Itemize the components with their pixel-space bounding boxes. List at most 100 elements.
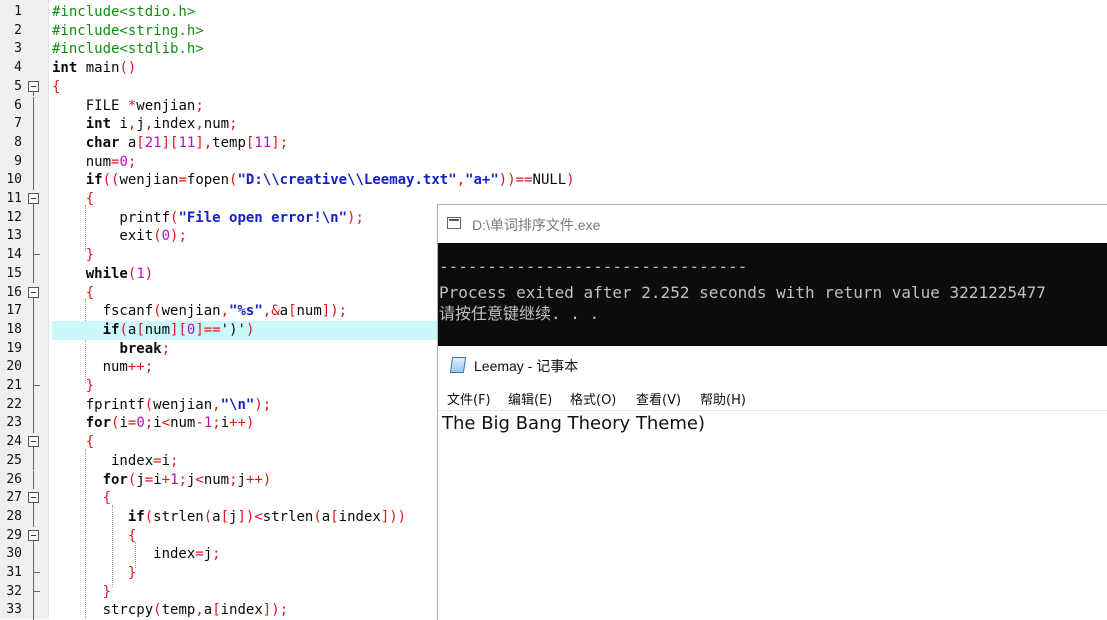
fold-line [33, 255, 34, 265]
line-number: 4 [14, 60, 22, 76]
fold-line [33, 339, 34, 359]
fold-line [33, 302, 34, 321]
code-line[interactable]: } [52, 564, 136, 583]
gutter-row: 22 [0, 395, 48, 415]
line-number: 3 [14, 41, 22, 57]
code-line[interactable]: FILE *wenjian; [52, 97, 204, 116]
code-line[interactable]: #include<stdio.h> [52, 3, 195, 22]
code-line[interactable]: } [52, 377, 94, 396]
menu-file[interactable]: 文件(F) [447, 389, 491, 408]
code-line[interactable]: { [52, 78, 60, 97]
fold-toggle-icon[interactable] [28, 436, 39, 448]
code-line[interactable]: index=j; [52, 545, 220, 564]
fold-line [33, 152, 34, 172]
fold-line [33, 601, 34, 620]
code-line[interactable]: for(j=i+1;j<num;j++) [52, 471, 272, 490]
gutter-row: 5 [0, 78, 48, 97]
code-line[interactable]: for(i=0;i<num-1;i++) [52, 414, 255, 433]
gutter-row: 15 [0, 264, 48, 284]
fold-toggle-icon[interactable] [28, 193, 39, 204]
line-number: 24 [6, 434, 22, 450]
code-line[interactable]: fprintf(wenjian,"\n"); [52, 396, 271, 415]
code-line[interactable]: if(strlen(a[j])<strlen(a[index])) [52, 508, 406, 527]
code-line[interactable]: printf("File open error!\n"); [52, 209, 363, 228]
menu-edit[interactable]: 编辑(E) [508, 389, 552, 408]
gutter-row: 24 [0, 433, 48, 452]
code-line[interactable]: { [52, 284, 94, 303]
fold-line [33, 320, 34, 340]
code-line[interactable]: fscanf(wenjian,"%s",&a[num]); [52, 302, 348, 321]
gutter-row: 14 [0, 246, 48, 265]
gutter-row: 17 [0, 302, 48, 321]
gutter-row: 11 [0, 190, 48, 209]
code-line[interactable]: int i,j,index,num; [52, 115, 238, 134]
gutter-row: 16 [0, 284, 48, 303]
gutter-row: 13 [0, 227, 48, 247]
fold-end-marker [33, 582, 40, 592]
code-line[interactable]: } [52, 246, 94, 265]
line-number: 23 [6, 415, 22, 431]
fold-line [33, 591, 34, 602]
code-line[interactable]: { [52, 190, 94, 209]
gutter-row: 12 [0, 208, 48, 228]
notepad-app-icon [449, 357, 467, 373]
fold-line [33, 133, 34, 153]
console-exit-message: Process exited after 2.252 seconds with … [439, 283, 1046, 302]
gutter-row: 31 [0, 564, 48, 583]
notepad-text-content[interactable]: The Big Bang Theory Theme) [442, 413, 705, 434]
fold-line [33, 171, 34, 190]
line-number: 17 [6, 303, 22, 319]
gutter-row: 20 [0, 358, 48, 377]
line-number: 13 [6, 228, 22, 244]
code-line[interactable]: exit(0); [52, 227, 186, 246]
code-line[interactable]: strcpy(temp,a[index]); [52, 601, 289, 620]
code-line[interactable]: if((wenjian=fopen("D:\\creative\\Leemay.… [52, 171, 575, 190]
fold-end-marker [33, 564, 40, 573]
fold-end-marker [33, 377, 40, 386]
console-title: D:\单词排序文件.exe [472, 217, 601, 233]
fold-toggle-icon[interactable] [28, 286, 39, 298]
code-line[interactable]: int main() [52, 59, 136, 78]
console-press-key-prompt: 请按任意键继续. . . [439, 304, 600, 323]
menu-help[interactable]: 帮助(H) [700, 389, 746, 408]
code-line[interactable]: #include<string.h> [52, 22, 204, 41]
line-number: 27 [6, 490, 22, 506]
gutter-row: 27 [0, 489, 48, 508]
gutter-row: 6 [0, 96, 48, 116]
notepad-titlebar[interactable]: Leemay - 记事本 [438, 346, 1107, 383]
fold-toggle-icon[interactable] [28, 492, 39, 504]
line-number: 8 [14, 134, 22, 150]
code-line[interactable]: { [52, 527, 136, 546]
line-number: 33 [6, 602, 22, 618]
code-line[interactable]: } [52, 583, 111, 602]
code-line[interactable]: break; [52, 340, 170, 359]
line-number: 9 [14, 153, 22, 169]
menu-view[interactable]: 查看(V) [636, 389, 681, 408]
code-line[interactable]: while(1) [52, 265, 153, 284]
code-line[interactable]: num=0; [52, 153, 137, 172]
code-line[interactable]: { [52, 489, 111, 508]
menu-format[interactable]: 格式(O) [570, 389, 616, 408]
console-separator-line: -------------------------------- [439, 257, 748, 276]
gutter-row: 23 [0, 414, 48, 434]
notepad-window[interactable]: Leemay - 记事本 文件(F) 编辑(E) 格式(O) 查看(V) 帮助(… [437, 346, 1107, 619]
code-line[interactable]: char a[21][11],temp[11]; [52, 134, 288, 153]
line-number: 30 [6, 546, 22, 562]
fold-line [33, 208, 34, 228]
fold-toggle-icon[interactable] [28, 80, 39, 92]
fold-line [33, 470, 34, 490]
gutter-row: 9 [0, 152, 48, 172]
gutter-row: 26 [0, 470, 48, 490]
gutter-row: 1 [0, 3, 48, 22]
notepad-title: Leemay - 记事本 [474, 358, 579, 374]
console-titlebar[interactable]: D:\单词排序文件.exe [438, 205, 1107, 243]
code-line[interactable]: index=i; [52, 452, 178, 471]
gutter-row: 7 [0, 115, 48, 134]
console-output[interactable]: -------------------------------- Process… [438, 243, 1107, 347]
code-line[interactable]: num++; [52, 358, 154, 377]
fold-line [33, 451, 34, 471]
code-line[interactable]: #include<stdlib.h> [52, 40, 204, 59]
line-number: 15 [6, 265, 22, 281]
code-line[interactable]: { [52, 433, 94, 452]
fold-toggle-icon[interactable] [28, 529, 39, 541]
